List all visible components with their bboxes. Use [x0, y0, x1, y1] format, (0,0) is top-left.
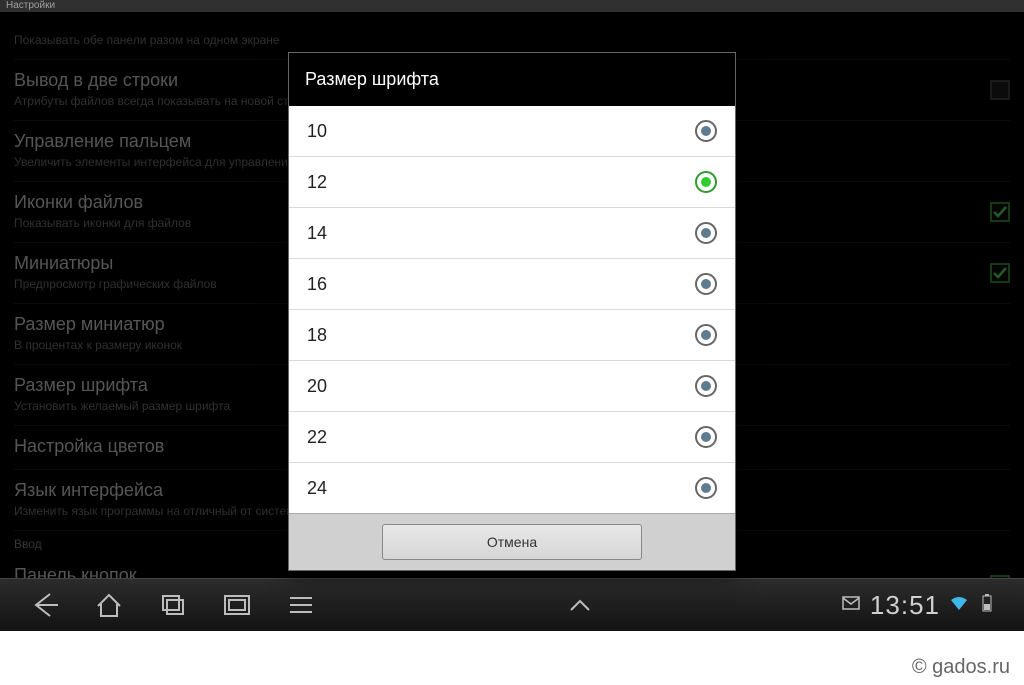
radio-icon[interactable]: [695, 375, 717, 397]
wifi-icon: [950, 594, 968, 617]
option-label: 20: [307, 376, 327, 397]
setting-subtitle: Показывать обе панели разом на одном экр…: [14, 33, 1010, 47]
font-size-option[interactable]: 14: [289, 208, 735, 259]
back-icon[interactable]: [28, 588, 62, 622]
option-label: 18: [307, 325, 327, 346]
screenshot-icon[interactable]: [220, 588, 254, 622]
radio-selected-icon[interactable]: [695, 171, 717, 193]
checkbox-checked[interactable]: [990, 263, 1010, 283]
expand-up-icon[interactable]: [563, 588, 597, 622]
option-label: 22: [307, 427, 327, 448]
font-size-option[interactable]: 10: [289, 106, 735, 157]
dialog-options-list[interactable]: 10 12 14 16 18 20 22 24: [289, 106, 735, 513]
font-size-option[interactable]: 12: [289, 157, 735, 208]
radio-icon[interactable]: [695, 120, 717, 142]
option-label: 12: [307, 172, 327, 193]
cancel-button[interactable]: Отмена: [382, 524, 642, 560]
clock-time: 13:51: [870, 590, 940, 621]
radio-icon[interactable]: [695, 426, 717, 448]
radio-icon[interactable]: [695, 222, 717, 244]
option-label: 10: [307, 121, 327, 142]
radio-icon[interactable]: [695, 324, 717, 346]
option-label: 24: [307, 478, 327, 499]
radio-icon[interactable]: [695, 273, 717, 295]
checkbox-checked[interactable]: [990, 202, 1010, 222]
dialog-title: Размер шрифта: [289, 53, 735, 106]
mail-icon[interactable]: [842, 594, 860, 617]
watermark-text: © gados.ru: [912, 656, 1010, 679]
font-size-option[interactable]: 24: [289, 463, 735, 513]
font-size-option[interactable]: 20: [289, 361, 735, 412]
battery-icon: [978, 594, 996, 617]
option-label: 14: [307, 223, 327, 244]
font-size-option[interactable]: 16: [289, 259, 735, 310]
recent-apps-icon[interactable]: [156, 588, 190, 622]
window-title: Настройки: [0, 0, 1024, 12]
option-label: 16: [307, 274, 327, 295]
home-icon[interactable]: [92, 588, 126, 622]
font-size-option[interactable]: 22: [289, 412, 735, 463]
font-size-dialog: Размер шрифта 10 12 14 16 18 20 22 24 Отмена: [288, 52, 736, 571]
checkbox-unchecked[interactable]: [990, 80, 1010, 100]
system-navbar: 13:51: [0, 578, 1024, 631]
font-size-option[interactable]: 18: [289, 310, 735, 361]
radio-icon[interactable]: [695, 477, 717, 499]
menu-icon[interactable]: [284, 588, 318, 622]
dialog-footer: Отмена: [289, 513, 735, 570]
